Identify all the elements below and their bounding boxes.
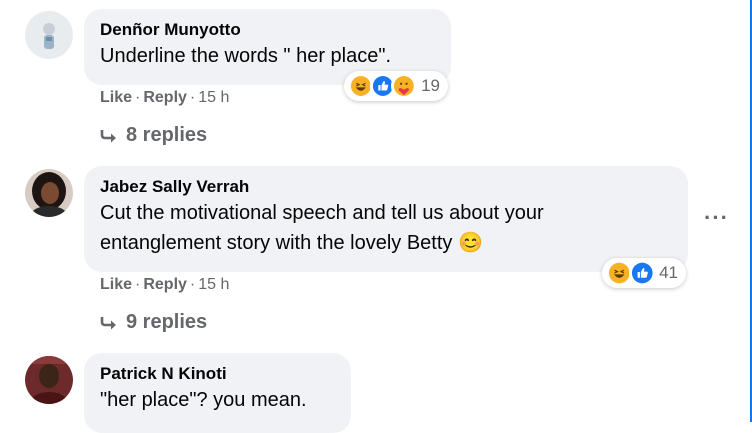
avatar-image — [25, 11, 73, 59]
comment-author[interactable]: Denñor Munyotto — [100, 19, 435, 41]
comment-actions: Like · Reply · 15 h — [100, 275, 229, 295]
comment-text: "her place"? you mean. — [100, 389, 307, 411]
avatar[interactable] — [25, 11, 73, 59]
comment-text-line: entanglement story with the lovely Betty — [100, 232, 453, 254]
care-icon — [391, 72, 418, 100]
replies-count-label: 8 replies — [126, 124, 208, 146]
comment-author[interactable]: Jabez Sally Verrah — [100, 176, 672, 198]
avatar-image — [25, 356, 73, 404]
comment-bubble: Patrick N Kinoti "her place"? you mean. — [84, 353, 351, 433]
separator: · — [189, 89, 196, 106]
more-options-icon[interactable]: ··· — [704, 205, 729, 231]
comment-author[interactable]: Patrick N Kinoti — [100, 363, 335, 385]
separator: · — [189, 276, 196, 293]
reply-link[interactable]: Reply — [143, 89, 187, 106]
comment-actions: Like · Reply · 15 h — [100, 88, 229, 108]
reactions-summary[interactable]: 41 — [602, 258, 686, 288]
timestamp[interactable]: 15 h — [198, 89, 229, 106]
reply-arrow-icon — [100, 316, 116, 330]
comment-text-line-2-row: entanglement story with the lovely Betty… — [100, 228, 672, 258]
timestamp[interactable]: 15 h — [198, 276, 229, 293]
smile-emoji: 😊 — [457, 232, 483, 254]
comment-bubble: Jabez Sally Verrah Cut the motivational … — [84, 166, 688, 272]
reply-link[interactable]: Reply — [143, 276, 187, 293]
comment-text-line: Cut the motivational speech and tell us … — [100, 202, 544, 224]
like-icon — [628, 259, 656, 287]
view-replies-link[interactable]: 8 replies — [100, 123, 207, 147]
comment-text: Underline the words " her place". — [100, 45, 392, 67]
avatar-image — [25, 169, 73, 217]
avatar[interactable] — [25, 169, 73, 217]
reaction-count: 19 — [421, 76, 440, 95]
separator: · — [135, 276, 141, 293]
view-replies-link[interactable]: 9 replies — [100, 310, 207, 334]
reply-arrow-icon — [100, 129, 116, 143]
like-link[interactable]: Like — [100, 89, 132, 106]
separator: · — [135, 89, 141, 106]
replies-count-label: 9 replies — [126, 311, 208, 333]
avatar[interactable] — [25, 356, 73, 404]
like-link[interactable]: Like — [100, 276, 132, 293]
reactions-summary[interactable]: 19 — [344, 71, 448, 101]
reaction-count: 41 — [659, 263, 678, 282]
